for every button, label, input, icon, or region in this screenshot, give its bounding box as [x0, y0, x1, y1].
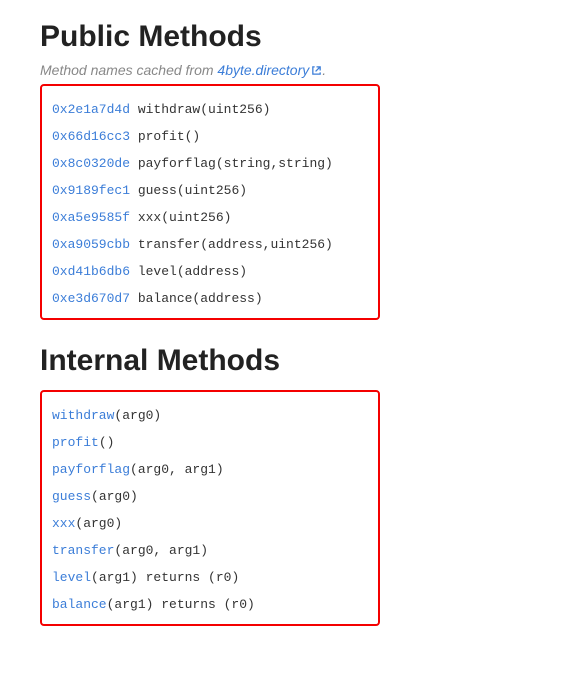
- public-method-row: 0xa5e9585f xxx(uint256): [52, 210, 368, 225]
- method-args: (arg1): [91, 570, 138, 585]
- method-args: (): [99, 435, 115, 450]
- method-hash[interactable]: 0xd41b6db6: [52, 264, 130, 279]
- method-signature: withdraw(uint256): [138, 102, 271, 117]
- public-method-row: 0xd41b6db6 level(address): [52, 264, 368, 279]
- internal-method-row: transfer(arg0, arg1): [52, 543, 368, 558]
- method-name[interactable]: withdraw: [52, 408, 114, 423]
- subtitle-suffix: .: [322, 62, 326, 78]
- public-method-row: 0xe3d670d7 balance(address): [52, 291, 368, 306]
- method-signature: guess(uint256): [138, 183, 247, 198]
- internal-method-row: xxx(arg0): [52, 516, 368, 531]
- method-args: (arg0): [114, 408, 161, 423]
- method-hash[interactable]: 0x8c0320de: [52, 156, 130, 171]
- method-hash[interactable]: 0x9189fec1: [52, 183, 130, 198]
- internal-method-row: withdraw(arg0): [52, 408, 368, 423]
- internal-method-row: profit(): [52, 435, 368, 450]
- internal-method-row: balance(arg1) returns (r0): [52, 597, 368, 612]
- method-args: (arg0): [75, 516, 122, 531]
- method-signature: profit(): [138, 129, 200, 144]
- method-name[interactable]: balance: [52, 597, 107, 612]
- public-methods-box: 0x2e1a7d4d withdraw(uint256) 0x66d16cc3 p…: [40, 84, 380, 320]
- public-method-row: 0x2e1a7d4d withdraw(uint256): [52, 102, 368, 117]
- external-link-icon: [311, 65, 322, 76]
- method-name[interactable]: guess: [52, 489, 91, 504]
- method-hash[interactable]: 0xa5e9585f: [52, 210, 130, 225]
- method-args: (arg0): [91, 489, 138, 504]
- method-name[interactable]: xxx: [52, 516, 75, 531]
- fourbyte-link[interactable]: 4byte.directory: [217, 62, 322, 78]
- method-hash[interactable]: 0x66d16cc3: [52, 129, 130, 144]
- public-method-row: 0xa9059cbb transfer(address,uint256): [52, 237, 368, 252]
- method-signature: balance(address): [138, 291, 263, 306]
- method-returns: returns (r0): [138, 570, 239, 585]
- method-name[interactable]: payforflag: [52, 462, 130, 477]
- public-method-row: 0x66d16cc3 profit(): [52, 129, 368, 144]
- public-method-row: 0x9189fec1 guess(uint256): [52, 183, 368, 198]
- internal-method-row: guess(arg0): [52, 489, 368, 504]
- public-methods-subtitle: Method names cached from 4byte.directory…: [40, 62, 523, 78]
- method-name[interactable]: level: [52, 570, 91, 585]
- public-methods-heading: Public Methods: [40, 20, 523, 54]
- method-args: (arg0, arg1): [130, 462, 224, 477]
- method-args: (arg1): [107, 597, 154, 612]
- subtitle-prefix: Method names cached from: [40, 62, 217, 78]
- method-signature: xxx(uint256): [138, 210, 232, 225]
- internal-method-row: payforflag(arg0, arg1): [52, 462, 368, 477]
- internal-method-row: level(arg1) returns (r0): [52, 570, 368, 585]
- internal-methods-heading: Internal Methods: [40, 344, 523, 378]
- method-name[interactable]: transfer: [52, 543, 114, 558]
- method-returns: returns (r0): [153, 597, 254, 612]
- method-signature: level(address): [138, 264, 247, 279]
- internal-methods-box: withdraw(arg0)profit()payforflag(arg0, a…: [40, 390, 380, 626]
- method-hash[interactable]: 0x2e1a7d4d: [52, 102, 130, 117]
- method-hash[interactable]: 0xe3d670d7: [52, 291, 130, 306]
- method-name[interactable]: profit: [52, 435, 99, 450]
- public-method-row: 0x8c0320de payforflag(string,string): [52, 156, 368, 171]
- method-args: (arg0, arg1): [114, 543, 208, 558]
- method-signature: transfer(address,uint256): [138, 237, 333, 252]
- method-signature: payforflag(string,string): [138, 156, 333, 171]
- method-hash[interactable]: 0xa9059cbb: [52, 237, 130, 252]
